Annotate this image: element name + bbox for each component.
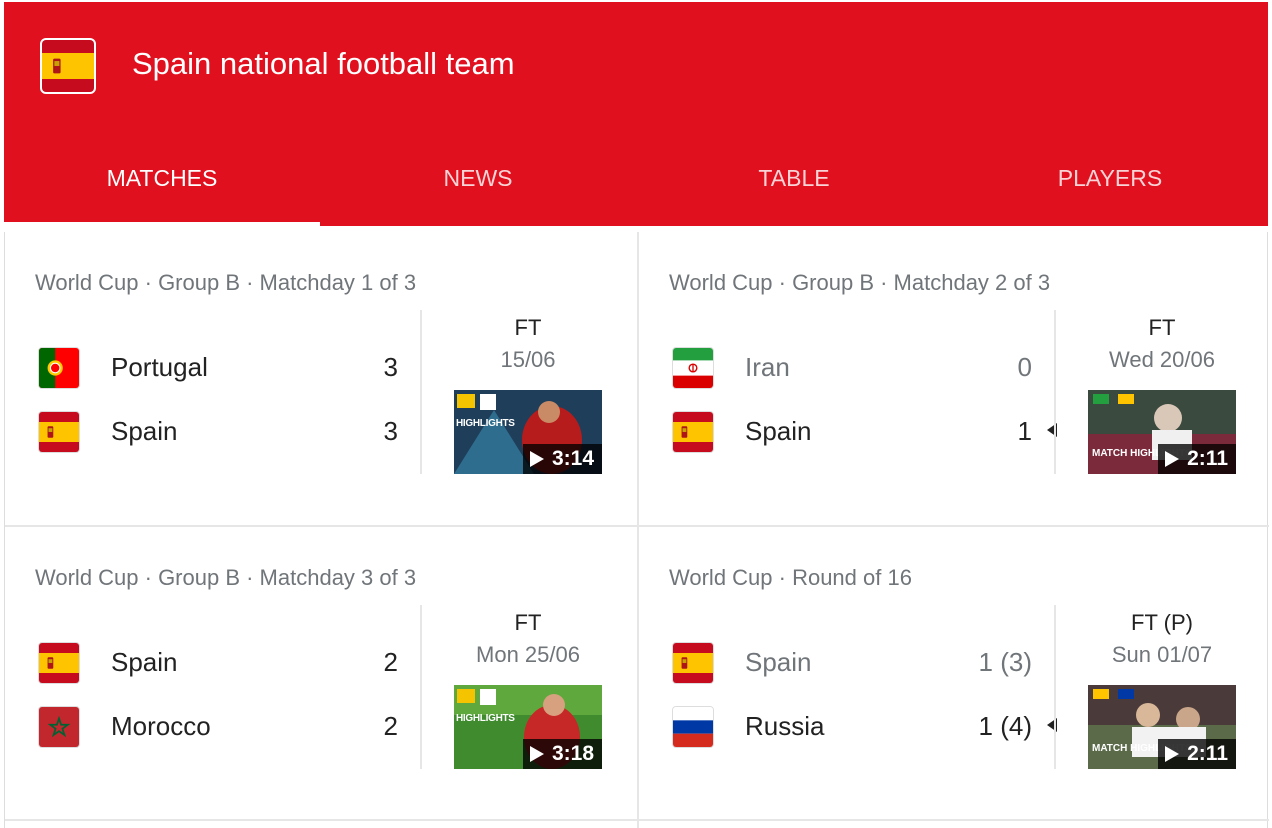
tab-news[interactable]: NEWS xyxy=(320,147,636,226)
video-duration: 3:18 xyxy=(522,739,602,769)
team-row-home: Portugal 3 xyxy=(38,347,398,389)
team-row-home: Spain 2 xyxy=(38,642,398,684)
video-thumbnail[interactable]: MATCH HIGHLIGHTS 2:11 xyxy=(1088,390,1236,474)
match-meta: World Cup · Group B · Matchday 1 of 3 xyxy=(35,270,417,295)
play-icon xyxy=(529,746,544,762)
team-score: 1 (3) xyxy=(978,647,1032,677)
match-card[interactable]: World Cup · Group B · Matchday 1 of 3 Po… xyxy=(5,232,637,524)
play-icon xyxy=(1165,451,1180,467)
match-meta: World Cup · Round of 16 xyxy=(669,565,912,590)
video-thumbnail[interactable]: HIGHLIGHTS 3:14 xyxy=(454,390,602,474)
match-status: FT xyxy=(1148,315,1176,340)
match-status: FT (P) xyxy=(1131,610,1193,635)
team-name: Spain xyxy=(111,416,178,446)
team-row-away: Spain 1 xyxy=(672,411,1057,453)
match-card[interactable]: World Cup · Round of 16 Spain 1 (3) Russ… xyxy=(639,527,1271,819)
team-row-away: Morocco 2 xyxy=(38,706,398,748)
team-score: 3 xyxy=(383,416,398,446)
team-row-home: Spain 1 (3) xyxy=(672,642,1032,684)
page-title: Spain national football team xyxy=(132,46,515,81)
team-name: Spain xyxy=(111,647,178,677)
spain-flag-icon xyxy=(40,38,96,94)
tab-table[interactable]: TABLE xyxy=(636,147,952,226)
match-date: Wed 20/06 xyxy=(1108,347,1215,372)
match-status: FT xyxy=(514,610,542,635)
team-header: Spain national football team MATCHES NEW… xyxy=(4,2,1268,226)
video-duration: 3:14 xyxy=(522,444,602,474)
team-score: 2 xyxy=(383,711,398,741)
tab-players[interactable]: PLAYERS xyxy=(952,147,1268,226)
video-thumbnail[interactable]: HIGHLIGHTS 3:18 xyxy=(454,685,602,769)
morocco-flag-icon xyxy=(38,706,80,748)
video-badge: HIGHLIGHTS xyxy=(456,418,515,429)
match-date: Mon 25/06 xyxy=(476,642,580,667)
team-name: Spain xyxy=(745,416,812,446)
team-name: Russia xyxy=(745,711,825,741)
matches-grid: World Cup · Group B · Matchday 1 of 3 Po… xyxy=(4,232,1271,828)
spain-flag-icon xyxy=(672,642,714,684)
video-duration: 2:11 xyxy=(1158,444,1236,474)
play-icon xyxy=(529,451,544,467)
team-name: Morocco xyxy=(111,711,211,741)
match-meta: World Cup · Group B · Matchday 3 of 3 xyxy=(35,565,417,590)
video-badge: HIGHLIGHTS xyxy=(456,713,515,724)
card-divider xyxy=(420,310,422,474)
team-name: Portugal xyxy=(111,352,208,382)
card-divider xyxy=(1054,605,1056,769)
team-row-away: Russia 1 (4) xyxy=(672,706,1057,748)
match-card[interactable]: World Cup · Group B · Matchday 3 of 3 Sp… xyxy=(5,527,637,819)
play-icon xyxy=(1165,746,1180,762)
team-name: Spain xyxy=(745,647,812,677)
spain-flag-icon xyxy=(38,411,80,453)
video-thumbnail[interactable]: MATCH HIGHLIGHTS 2:11 xyxy=(1088,685,1236,769)
grid-divider-bottom xyxy=(5,819,1269,821)
iran-flag-icon xyxy=(672,347,714,389)
match-meta: World Cup · Group B · Matchday 2 of 3 xyxy=(669,270,1051,295)
portugal-flag-icon xyxy=(38,347,80,389)
team-score: 3 xyxy=(383,352,398,382)
team-row-home: Iran 0 xyxy=(672,347,1032,389)
video-duration: 2:11 xyxy=(1158,739,1236,769)
tab-matches[interactable]: MATCHES xyxy=(4,147,320,226)
spain-flag-icon xyxy=(38,642,80,684)
match-card[interactable]: World Cup · Group B · Matchday 2 of 3 Ir… xyxy=(639,232,1271,524)
spain-flag-icon xyxy=(672,411,714,453)
team-row-away: Spain 3 xyxy=(38,411,398,453)
match-date: 15/06 xyxy=(500,347,556,372)
team-score: 1 xyxy=(1017,416,1032,446)
tab-bar: MATCHES NEWS TABLE PLAYERS xyxy=(4,147,1268,226)
match-date: Sun 01/07 xyxy=(1111,642,1213,667)
russia-flag-icon xyxy=(672,706,714,748)
match-status: FT xyxy=(514,315,542,340)
team-score: 1 (4) xyxy=(978,711,1032,741)
team-name: Iran xyxy=(745,352,790,382)
team-score: 2 xyxy=(383,647,398,677)
team-score: 0 xyxy=(1017,352,1032,382)
card-divider xyxy=(420,605,422,769)
card-divider xyxy=(1054,310,1056,474)
